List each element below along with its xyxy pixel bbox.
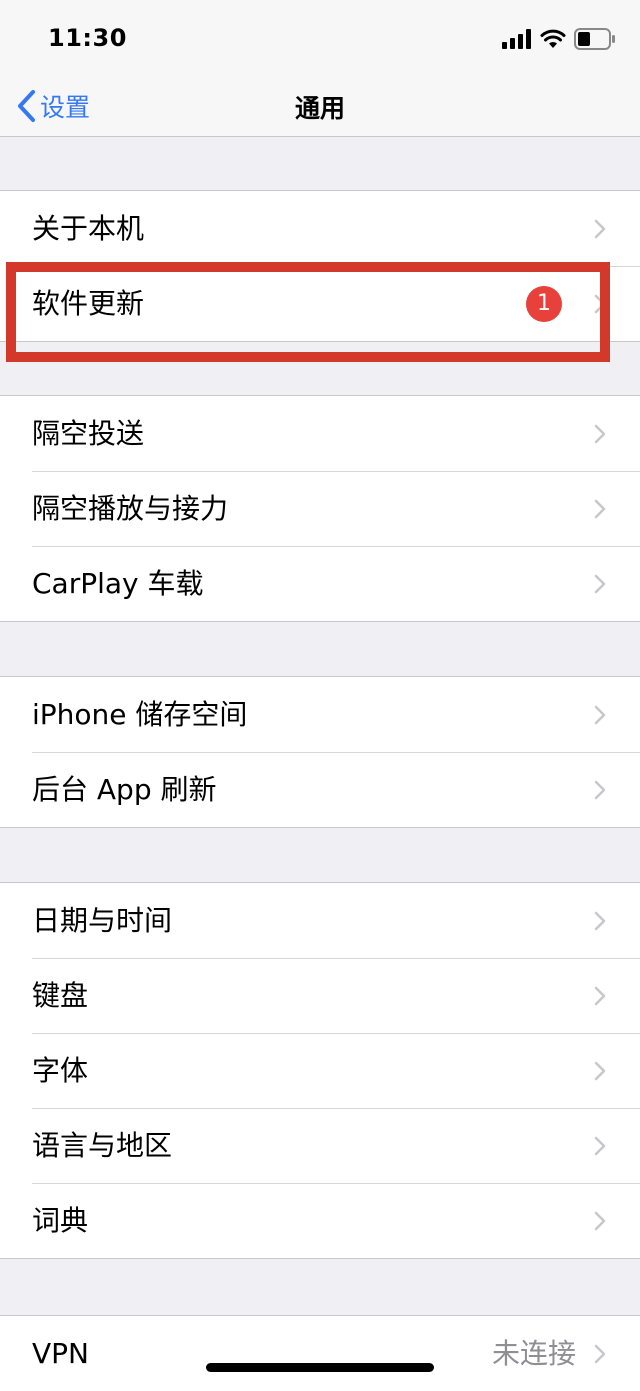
cell-label: CarPlay 车载 [32,567,204,600]
cell-language-region[interactable]: 语言与地区 [0,1108,640,1183]
cell-label: 日期与时间 [32,904,173,937]
status-icons [502,26,616,52]
chevron-right-icon [594,705,606,725]
cellular-signal-icon [502,29,531,49]
cell-label: 键盘 [32,979,89,1012]
cell-label: 语言与地区 [32,1129,173,1162]
cell-date-time[interactable]: 日期与时间 [0,883,640,958]
chevron-right-icon [594,1211,606,1231]
cell-software-update[interactable]: 软件更新 1 [0,266,640,341]
cell-about[interactable]: 关于本机 [0,191,640,266]
status-time: 11:30 [48,24,127,52]
settings-group-5: VPN 未连接 [0,1315,640,1391]
cell-background-app-refresh[interactable]: 后台 App 刷新 [0,752,640,827]
chevron-right-icon [594,574,606,594]
battery-icon [574,28,615,50]
chevron-right-icon [594,294,606,314]
cell-label: 关于本机 [32,212,145,245]
cell-iphone-storage[interactable]: iPhone 储存空间 [0,677,640,752]
cell-label: 隔空投送 [32,417,145,450]
chevron-right-icon [594,219,606,239]
wifi-icon [540,29,566,48]
status-bar: 11:30 [0,0,640,76]
cell-vpn[interactable]: VPN 未连接 [0,1316,640,1391]
settings-group-1: 关于本机 软件更新 1 [0,190,640,342]
cell-airdrop[interactable]: 隔空投送 [0,396,640,471]
settings-group-2: 隔空投送 隔空播放与接力 CarPlay 车载 [0,395,640,622]
cell-label: 后台 App 刷新 [32,773,217,806]
home-indicator [206,1363,434,1372]
cell-label: 词典 [32,1204,89,1237]
chevron-right-icon [594,424,606,444]
chevron-right-icon [594,911,606,931]
cell-label: 字体 [32,1054,89,1087]
cell-carplay[interactable]: CarPlay 车载 [0,546,640,621]
notification-badge: 1 [526,286,562,322]
chevron-right-icon [594,780,606,800]
chevron-right-icon [594,1061,606,1081]
navigation-bar: 设置 通用 [0,76,640,137]
settings-group-4: 日期与时间 键盘 字体 语言与地区 词典 [0,882,640,1259]
cell-fonts[interactable]: 字体 [0,1033,640,1108]
cell-dictionary[interactable]: 词典 [0,1183,640,1258]
cell-airplay-handoff[interactable]: 隔空播放与接力 [0,471,640,546]
cell-keyboard[interactable]: 键盘 [0,958,640,1033]
vpn-status: 未连接 [491,1337,576,1370]
chevron-right-icon [594,1136,606,1156]
chevron-right-icon [594,986,606,1006]
page-title: 通用 [294,94,345,123]
settings-group-3: iPhone 储存空间 后台 App 刷新 [0,676,640,828]
cell-label: 软件更新 [32,287,145,320]
cell-label: 隔空播放与接力 [32,492,229,525]
chevron-right-icon [594,499,606,519]
cell-label: VPN [32,1337,89,1370]
chevron-right-icon [594,1344,606,1364]
cell-label: iPhone 储存空间 [32,698,248,731]
